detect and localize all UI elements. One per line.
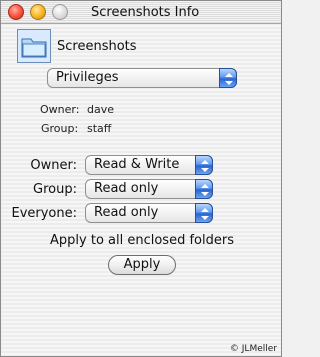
window-title: Screenshots Info	[91, 5, 200, 20]
section-popup[interactable]: Privileges	[47, 68, 237, 88]
watermark: © JLMeller	[229, 344, 277, 354]
title-bar[interactable]: Screenshots Info	[1, 1, 281, 24]
section-popup-value: Privileges	[56, 70, 119, 85]
info-window: Screenshots Info Screenshots Privileges …	[0, 0, 282, 357]
everyone-permission-popup[interactable]: Read only	[85, 203, 213, 223]
popup-arrows-icon	[195, 179, 213, 199]
folder-icon	[17, 29, 51, 63]
zoom-button[interactable]	[52, 4, 68, 20]
group-permission-popup[interactable]: Read only	[85, 179, 213, 199]
popup-arrows-icon	[195, 203, 213, 223]
minimize-button[interactable]	[30, 4, 46, 20]
item-name: Screenshots	[57, 39, 137, 54]
group-info-value: staff	[87, 122, 112, 135]
popup-arrows-icon	[219, 68, 237, 88]
everyone-permission-label: Everyone:	[11, 206, 77, 221]
popup-arrows-icon	[195, 155, 213, 175]
owner-info-label: Owner:	[40, 103, 80, 116]
owner-info-value: dave	[87, 103, 115, 116]
apply-button[interactable]: Apply	[108, 255, 176, 275]
group-permission-label: Group:	[33, 182, 77, 197]
owner-permission-value: Read & Write	[94, 157, 180, 172]
apply-enclosed-note: Apply to all enclosed folders	[50, 233, 234, 248]
group-info-label: Group:	[41, 122, 79, 135]
owner-permission-label: Owner:	[30, 158, 77, 173]
group-permission-value: Read only	[94, 181, 159, 196]
everyone-permission-value: Read only	[94, 205, 159, 220]
owner-permission-popup[interactable]: Read & Write	[85, 155, 213, 175]
close-button[interactable]	[8, 4, 24, 20]
